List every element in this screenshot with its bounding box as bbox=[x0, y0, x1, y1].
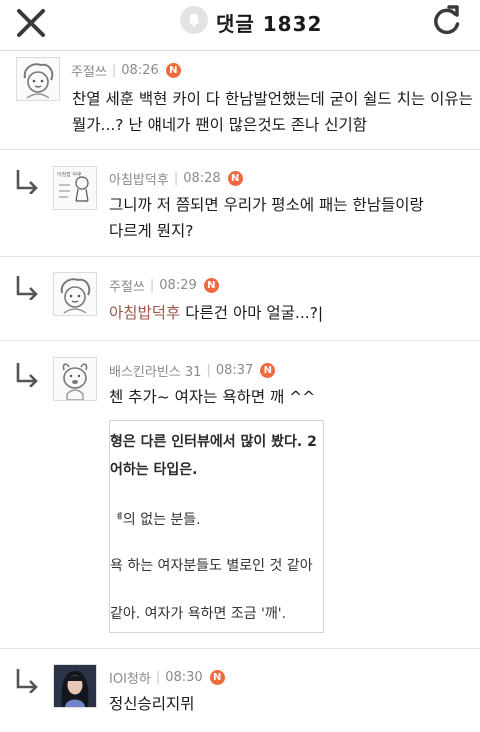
header-bar: 댓글 1832 bbox=[0, 0, 480, 51]
bell-icon[interactable] bbox=[180, 6, 208, 34]
comment-meta: 주절쓰 | 08:26 N bbox=[71, 61, 181, 80]
photo-avatar-icon bbox=[54, 665, 96, 707]
close-icon bbox=[17, 9, 45, 37]
new-badge: N bbox=[227, 171, 243, 186]
doodle-avatar-icon bbox=[60, 278, 91, 314]
doodle-avatar-icon bbox=[23, 63, 54, 99]
image-text-line: 욕 하는 여자분들도 별로인 것 같아 bbox=[110, 558, 313, 574]
page-title: 댓글 1832 bbox=[216, 12, 323, 36]
new-badge: N bbox=[203, 278, 219, 293]
image-text-line: ᅨ의 없는 분들. bbox=[110, 512, 201, 528]
sketch-avatar-icon: 아침밥 덕후 bbox=[57, 171, 89, 202]
author-name[interactable]: 주절쓰 bbox=[109, 276, 145, 295]
comment-line: 첸 추가~ 여자는 욕하면 깨 ^^ bbox=[109, 388, 316, 406]
comment-text: 그니까 저 쯤되면 우리가 평소에 패는 한남들이랑 다르게 뭔지? bbox=[109, 192, 424, 244]
author-name[interactable]: 주절쓰 bbox=[71, 61, 107, 80]
reply-arrow-icon bbox=[16, 276, 38, 300]
comment-line: 다른건 아마 얼굴...?| bbox=[180, 304, 324, 322]
comment-meta: 주절쓰 | 08:29 N bbox=[109, 276, 219, 295]
comment-meta: 아침밥덕후 | 08:28 N bbox=[109, 169, 243, 188]
comment-item: 주절쓰 | 08:26 N 찬열 세훈 백현 카이 다 한남발언했는데 굳이 쉴… bbox=[0, 51, 480, 150]
comment-meta: IOI청하 | 08:30 N bbox=[109, 668, 225, 687]
comment-line: 그니까 저 쯤되면 우리가 평소에 패는 한남들이랑 bbox=[109, 196, 424, 214]
dog-avatar-icon bbox=[62, 363, 88, 400]
image-text-line: 어하는 타입은. bbox=[110, 462, 198, 478]
meta-separator: | bbox=[149, 278, 155, 293]
refresh-button[interactable] bbox=[428, 4, 464, 40]
close-button[interactable] bbox=[14, 6, 48, 40]
timestamp: 08:30 bbox=[165, 670, 203, 685]
mention-link[interactable]: 아침밥덕후 bbox=[109, 304, 180, 322]
meta-separator: | bbox=[206, 363, 211, 378]
avatar[interactable]: 아침밥 덕후 bbox=[53, 166, 97, 210]
meta-separator: | bbox=[111, 63, 117, 78]
comment-line: 다르게 뭔지? bbox=[109, 222, 194, 240]
image-text-line: 같아. 여자가 욕하면 조금 '깨'. bbox=[110, 606, 287, 622]
comment-meta: 배스킨라빈스 31 | 08:37 N bbox=[109, 361, 276, 380]
comment-text: 정신승리지뮈 bbox=[109, 691, 195, 717]
comment-text: 첸 추가~ 여자는 욕하면 깨 ^^ bbox=[109, 384, 315, 410]
new-badge: N bbox=[260, 363, 276, 378]
refresh-icon bbox=[434, 5, 460, 35]
comment-line: 찬열 세훈 백현 카이 다 한남발언했는데 굳이 쉴드 치는 이유는 bbox=[72, 90, 473, 108]
svg-text:아침밥 덕후: 아침밥 덕후 bbox=[57, 171, 82, 178]
reply-item: 주절쓰 | 08:29 N 아침밥덕후 다른건 아마 얼굴...?| bbox=[0, 257, 480, 341]
author-name[interactable]: 배스킨라빈스 31 bbox=[109, 361, 201, 380]
new-badge: N bbox=[209, 670, 225, 685]
avatar[interactable] bbox=[53, 664, 97, 708]
reply-arrow-icon bbox=[16, 363, 38, 387]
reply-arrow-icon bbox=[16, 170, 38, 194]
author-name[interactable]: 아침밥덕후 bbox=[109, 169, 169, 188]
timestamp: 08:28 bbox=[183, 171, 221, 186]
image-text-line: 형은 다른 인터뷰에서 많이 봤다. 2 bbox=[110, 434, 317, 450]
author-name[interactable]: IOI청하 bbox=[109, 668, 151, 687]
meta-separator: | bbox=[155, 670, 161, 685]
timestamp: 08:26 bbox=[121, 63, 159, 78]
comment-line: 뭘가...? 난 얘네가 팬이 많은것도 존나 신기함 bbox=[72, 116, 367, 134]
timestamp: 08:29 bbox=[159, 278, 197, 293]
avatar[interactable] bbox=[53, 272, 97, 316]
comment-text: 아침밥덕후 다른건 아마 얼굴...?| bbox=[109, 300, 323, 326]
timestamp: 08:37 bbox=[215, 363, 254, 378]
reply-item: 아침밥 덕후 아침밥덕후 | 08:28 N 그니까 저 쯤되면 우리가 평소에… bbox=[0, 150, 480, 257]
reply-arrow-icon bbox=[16, 669, 38, 693]
comment-text: 찬열 세훈 백현 카이 다 한남발언했는데 굳이 쉴드 치는 이유는 뭘가...… bbox=[72, 86, 473, 138]
comment-line: 정신승리지뮈 bbox=[109, 695, 195, 713]
new-badge: N bbox=[165, 63, 181, 78]
attached-image[interactable]: 형은 다른 인터뷰에서 많이 봤다. 2 어하는 타입은. ᅨ의 없는 분들. … bbox=[109, 420, 324, 633]
reply-item: IOI청하 | 08:30 N 정신승리지뮈 bbox=[0, 649, 480, 732]
avatar[interactable] bbox=[16, 57, 60, 101]
meta-separator: | bbox=[173, 171, 179, 186]
avatar[interactable] bbox=[53, 357, 97, 401]
